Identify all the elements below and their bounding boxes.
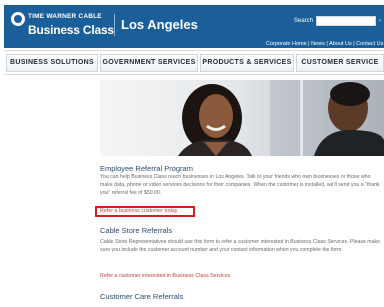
tab-customer-service[interactable]: CUSTOMER SERVICE — [296, 54, 384, 72]
page-title: Los Angeles — [121, 17, 198, 32]
section-body-employee: You can help Business Class reach busine… — [100, 174, 380, 196]
site-header: TIME WARNER CABLE Business Class Los Ang… — [4, 5, 384, 48]
highlight-box — [95, 206, 195, 217]
section-title-cable-store: Cable Store Referrals — [100, 226, 173, 235]
tab-products-services[interactable]: PRODUCTS & SERVICES — [200, 54, 294, 72]
search-label: Search — [294, 18, 314, 24]
refer-customer-link[interactable]: Refer a customer interested in Business … — [100, 273, 230, 279]
section-title-employee: Employee Referral Program — [100, 164, 193, 173]
page: TIME WARNER CABLE Business Class Los Ang… — [0, 0, 384, 307]
brand-big-text: Business Class — [28, 23, 114, 37]
brand-small-text: TIME WARNER CABLE — [28, 13, 102, 20]
search-input[interactable] — [316, 16, 376, 26]
search-go-icon[interactable]: › — [379, 16, 384, 26]
main-nav: BUSINESS SOLUTIONS GOVERNMENT SERVICES P… — [4, 50, 384, 75]
tab-business-solutions[interactable]: BUSINESS SOLUTIONS — [6, 54, 98, 72]
header-divider — [114, 14, 115, 36]
hero-photo — [100, 80, 384, 156]
section-title-customer-care: Customer Care Referrals — [100, 292, 184, 301]
hero-illustration — [178, 80, 384, 156]
utility-links[interactable]: Corporate Home | News | About Us | Conta… — [266, 41, 383, 47]
section-body-cable-store: Cable Store Representatives should use t… — [100, 239, 380, 253]
tab-government-services[interactable]: GOVERNMENT SERVICES — [100, 54, 198, 72]
eye-ear-logo-icon — [11, 12, 25, 26]
brand-logo[interactable]: TIME WARNER CABLE Business Class — [8, 9, 114, 40]
